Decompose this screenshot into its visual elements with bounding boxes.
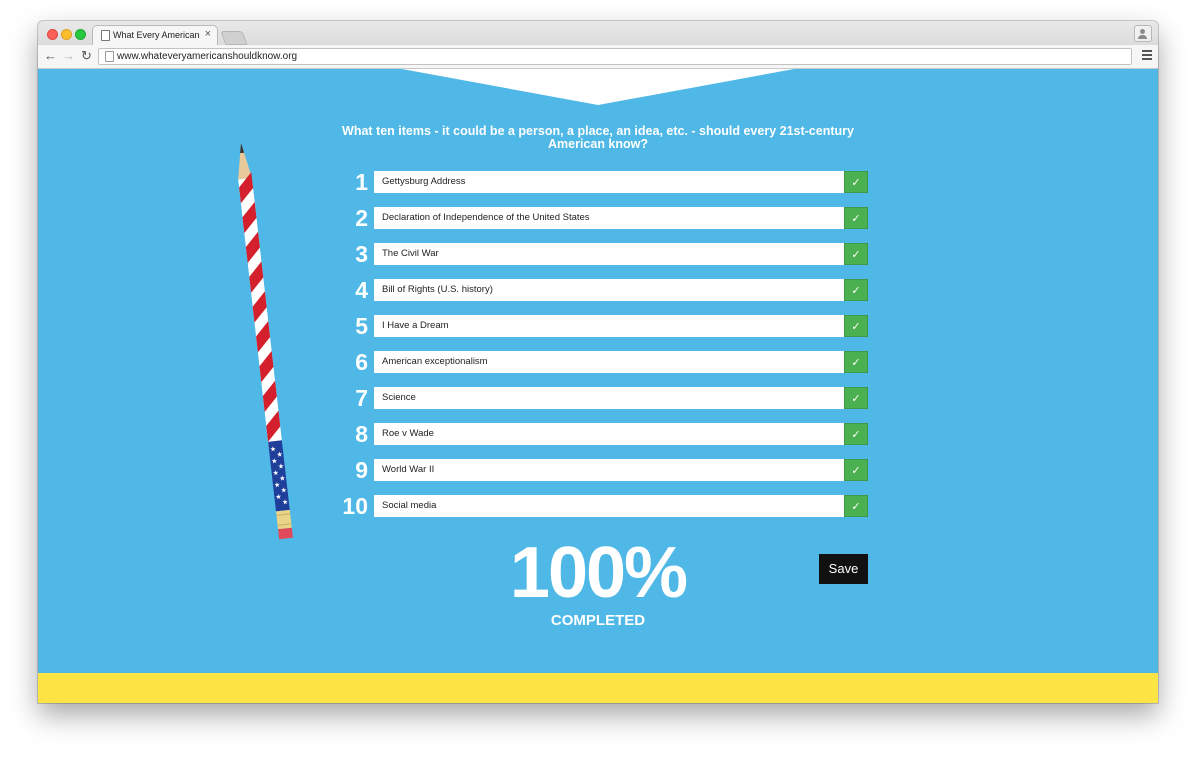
browser-toolbar: ← → ↻ www.whateveryamericanshouldknow.or… — [38, 45, 1158, 69]
list-item: 4 Bill of Rights (U.S. history) ✓ — [334, 277, 868, 303]
item-number: 4 — [355, 277, 368, 303]
reload-icon[interactable]: ↻ — [81, 48, 92, 64]
item-number: 2 — [355, 205, 368, 231]
checkmark-icon[interactable]: ✓ — [844, 207, 868, 229]
checkmark-icon[interactable]: ✓ — [844, 279, 868, 301]
item-number: 9 — [355, 457, 368, 483]
checkmark-icon[interactable]: ✓ — [844, 387, 868, 409]
menu-icon[interactable] — [1142, 50, 1152, 62]
item-input[interactable]: American exceptionalism — [374, 351, 844, 373]
list-item: 8 Roe v Wade ✓ — [334, 421, 868, 447]
list-item: 7 Science ✓ — [334, 385, 868, 411]
checkmark-icon[interactable]: ✓ — [844, 171, 868, 193]
svg-text:★: ★ — [280, 486, 287, 495]
item-number: 1 — [355, 169, 368, 195]
list-item: 10 Social media ✓ — [334, 493, 868, 519]
item-input[interactable]: The Civil War — [374, 243, 844, 265]
item-input[interactable]: Bill of Rights (U.S. history) — [374, 279, 844, 301]
checkmark-icon[interactable]: ✓ — [844, 495, 868, 517]
forward-arrow-icon[interactable]: → — [62, 48, 75, 64]
item-input[interactable]: Science — [374, 387, 844, 409]
list-item: 9 World War II ✓ — [334, 457, 868, 483]
item-number: 7 — [355, 385, 368, 411]
save-button[interactable]: Save — [819, 554, 868, 584]
browser-tab[interactable]: What Every American Shou × — [92, 25, 218, 45]
zoom-window-button[interactable] — [75, 29, 86, 40]
checkmark-icon[interactable]: ✓ — [844, 315, 868, 337]
item-number: 5 — [355, 313, 368, 339]
list-item: 6 American exceptionalism ✓ — [334, 349, 868, 375]
profile-icon[interactable] — [1134, 25, 1152, 42]
list-item: 2 Declaration of Independence of the Uni… — [334, 205, 868, 231]
item-number: 6 — [355, 349, 368, 375]
svg-text:★: ★ — [279, 474, 286, 483]
progress-percent: 100% — [509, 533, 688, 613]
checkmark-icon[interactable]: ✓ — [844, 423, 868, 445]
browser-window: What Every American Shou × ← → ↻ www.wha… — [38, 21, 1158, 703]
address-bar[interactable]: www.whateveryamericanshouldknow.org — [98, 48, 1132, 65]
item-input[interactable]: World War II — [374, 459, 844, 481]
tab-strip: What Every American Shou × — [38, 21, 1158, 45]
item-input[interactable]: I Have a Dream — [374, 315, 844, 337]
svg-text:★: ★ — [282, 498, 289, 507]
item-number: 3 — [355, 241, 368, 267]
svg-text:★: ★ — [277, 462, 284, 471]
close-window-button[interactable] — [47, 29, 58, 40]
list-item: 5 I Have a Dream ✓ — [334, 313, 868, 339]
back-arrow-icon[interactable]: ← — [44, 48, 57, 64]
question-heading: What ten items - it could be a person, a… — [342, 124, 854, 151]
checkmark-icon[interactable]: ✓ — [844, 243, 868, 265]
item-input[interactable]: Declaration of Independence of the Unite… — [374, 207, 844, 229]
item-input[interactable]: Gettysburg Address — [374, 171, 844, 193]
page-icon — [101, 30, 110, 41]
new-tab-button[interactable] — [220, 31, 248, 45]
page-icon — [105, 51, 114, 62]
pencil-illustration: ★★ ★★ ★★ ★★ ★★ — [238, 143, 294, 540]
tab-close-icon[interactable]: × — [205, 28, 211, 40]
item-input[interactable]: Social media — [374, 495, 844, 517]
minimize-window-button[interactable] — [61, 29, 72, 40]
item-number: 10 — [342, 493, 368, 519]
checkmark-icon[interactable]: ✓ — [844, 351, 868, 373]
item-number: 8 — [355, 421, 368, 447]
list-item: 1 Gettysburg Address ✓ — [334, 169, 868, 195]
footer-bar — [38, 673, 1158, 703]
tab-title: What Every American Shou — [113, 30, 201, 40]
svg-text:★: ★ — [276, 450, 283, 459]
item-input[interactable]: Roe v Wade — [374, 423, 844, 445]
checkmark-icon[interactable]: ✓ — [844, 459, 868, 481]
progress-label: COMPLETED — [550, 612, 646, 629]
list-item: 3 The Civil War ✓ — [334, 241, 868, 267]
header-chevron — [402, 69, 794, 105]
page-content: What ten items - it could be a person, a… — [38, 69, 1158, 703]
url-text: www.whateveryamericanshouldknow.org — [117, 51, 298, 62]
